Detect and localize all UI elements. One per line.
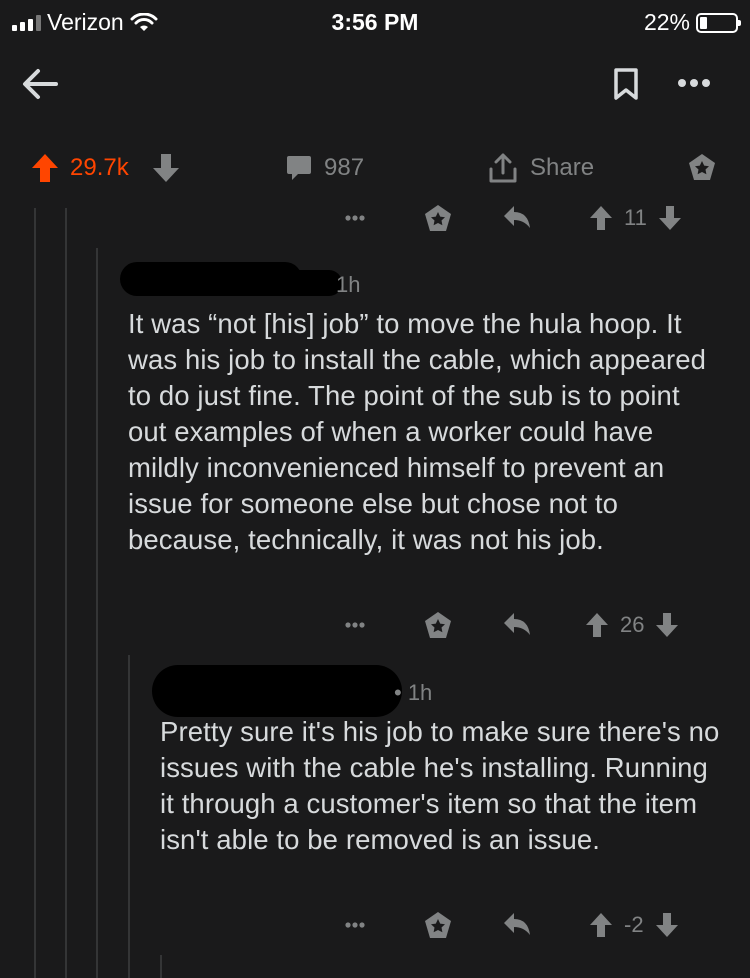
status-right: 22%: [643, 9, 741, 36]
more-icon[interactable]: [340, 607, 370, 643]
post-action-bar: 29.7k 987 Share: [0, 148, 750, 188]
comment-body: Pretty sure it's his job to make sure th…: [160, 716, 720, 855]
comment-count: 987: [324, 154, 365, 181]
upvote-icon[interactable]: [584, 611, 610, 639]
award-button[interactable]: [686, 148, 718, 188]
thread-line: [96, 248, 98, 978]
reply-icon[interactable]: [500, 607, 534, 643]
thread-line: [160, 955, 162, 978]
downvote-icon[interactable]: [657, 204, 683, 232]
comment-actions: -2: [340, 907, 740, 943]
thread-line: [128, 655, 130, 978]
share-button[interactable]: Share: [486, 148, 594, 188]
reply-icon[interactable]: [500, 200, 534, 236]
comments-button[interactable]: 987: [284, 148, 364, 188]
upvote-icon[interactable]: [30, 152, 60, 184]
nav-bar: [0, 50, 750, 120]
status-bar: Verizon 3:56 PM 22%: [0, 0, 750, 44]
more-icon[interactable]: [672, 68, 716, 98]
thread-line: [65, 208, 67, 978]
share-icon: [489, 153, 517, 183]
comment-score: 11: [624, 205, 647, 230]
comment-actions: 26: [340, 607, 740, 643]
award-icon[interactable]: [422, 200, 454, 236]
comment-time: • 1h: [394, 680, 433, 705]
battery-icon: [696, 12, 741, 33]
downvote-icon[interactable]: [654, 611, 680, 639]
downvote-icon[interactable]: [151, 152, 181, 184]
bookmark-icon[interactable]: [606, 62, 646, 106]
comment-body: It was “not [his] job” to move the hula …: [128, 308, 707, 555]
comment-time: 1h: [336, 272, 361, 297]
award-icon: [689, 154, 715, 180]
downvote-icon[interactable]: [654, 911, 680, 939]
redacted-username: [230, 270, 342, 296]
comment-vote: -2: [588, 907, 680, 943]
comment-meta: 1h: [336, 272, 360, 298]
clock: 3:56 PM: [331, 9, 419, 35]
battery-percent: 22%: [643, 9, 690, 35]
comment-vote: 11: [588, 200, 683, 236]
more-icon[interactable]: [340, 200, 370, 236]
award-icon[interactable]: [422, 907, 454, 943]
reply-icon[interactable]: [500, 907, 534, 943]
award-icon[interactable]: [422, 607, 454, 643]
upvote-icon[interactable]: [588, 204, 614, 232]
comment-score: 26: [620, 612, 645, 637]
comment-meta: • 1h: [394, 680, 432, 706]
post-score: 29.7k: [70, 154, 129, 181]
comment-icon: [287, 156, 311, 180]
comment-vote: 26: [584, 607, 680, 643]
post-vote: 29.7k: [30, 148, 181, 188]
back-arrow-icon[interactable]: [18, 62, 62, 106]
comment-score: -2: [624, 912, 644, 937]
redacted-username: [152, 665, 402, 717]
upvote-icon[interactable]: [588, 911, 614, 939]
parent-comment-actions: 11: [340, 200, 740, 236]
share-label: Share: [530, 154, 595, 181]
more-icon[interactable]: [340, 907, 370, 943]
thread-line: [34, 208, 36, 978]
